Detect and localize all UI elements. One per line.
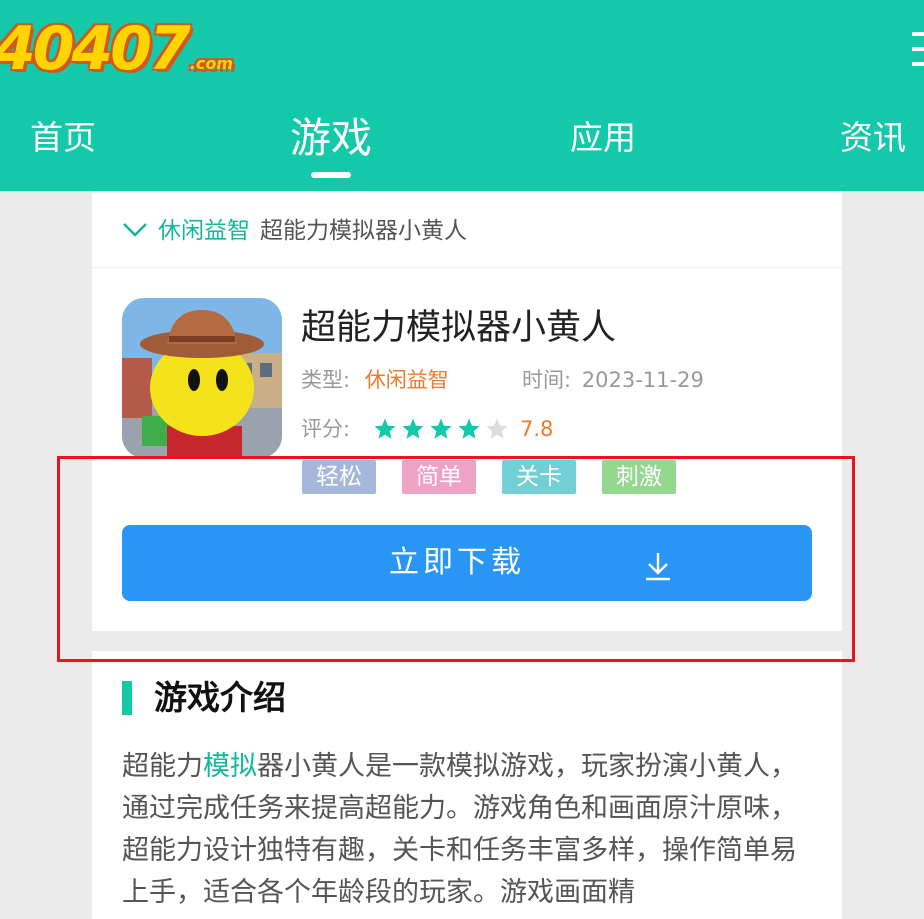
app-icon-image (122, 298, 282, 458)
breadcrumb: 休闲益智 超能力模拟器小黄人 (122, 213, 467, 249)
nav-item-games[interactable]: 游戏 (290, 108, 372, 168)
divider (92, 267, 842, 268)
tag-simple[interactable]: 简单 (402, 460, 476, 494)
rating-stars (373, 417, 513, 441)
star-filled-icon (374, 418, 396, 439)
app-type: 类型: 休闲益智 (301, 363, 449, 397)
main-nav: 首页 游戏 应用 资讯 (0, 108, 924, 168)
intro-text: 超能力模拟器小黄人是一款模拟游戏，玩家扮演小黄人，通过完成任务来提高超能力。游戏… (122, 746, 812, 914)
download-arrow-icon (643, 551, 673, 585)
rating-label: 评分: (301, 417, 351, 441)
time-value: 2023-11-29 (581, 368, 704, 392)
chevron-down-icon[interactable] (122, 214, 148, 250)
section-accent-bar (122, 681, 132, 715)
logo-domain: .com (189, 54, 233, 73)
rating-score: 7.8 (520, 417, 554, 441)
intro-keyword-link[interactable]: 模拟 (203, 751, 257, 782)
nav-item-home[interactable]: 首页 (30, 108, 96, 168)
app-title: 超能力模拟器小黄人 (301, 308, 617, 348)
logo-text: 40407 (0, 14, 191, 84)
time-label: 时间: (522, 368, 572, 392)
tag-easy[interactable]: 轻松 (302, 460, 376, 494)
nav-item-news[interactable]: 资讯 (840, 108, 906, 168)
type-label: 类型: (301, 368, 351, 392)
nav-active-indicator (311, 172, 351, 178)
tag-levels[interactable]: 关卡 (502, 460, 576, 494)
breadcrumb-category[interactable]: 休闲益智 (158, 218, 250, 244)
app-time: 时间: 2023-11-29 (522, 363, 704, 397)
star-empty-icon (486, 418, 508, 439)
star-filled-icon (430, 418, 452, 439)
download-button[interactable]: 立即下载 (122, 525, 812, 601)
nav-item-apps[interactable]: 应用 (570, 108, 636, 168)
hamburger-menu-icon[interactable] (912, 32, 924, 72)
star-filled-icon (402, 418, 424, 439)
breadcrumb-current: 超能力模拟器小黄人 (260, 218, 467, 244)
star-filled-icon (458, 418, 480, 439)
intro-title: 游戏介绍 (154, 678, 286, 717)
game-intro-section: 游戏介绍 超能力模拟器小黄人是一款模拟游戏，玩家扮演小黄人，通过完成任务来提高超… (92, 651, 842, 919)
site-logo[interactable]: 40407 .com (0, 14, 233, 99)
intro-text-start: 超能力 (122, 751, 203, 782)
tag-exciting[interactable]: 刺激 (602, 460, 676, 494)
download-button-label: 立即下载 (389, 545, 525, 580)
type-value[interactable]: 休闲益智 (365, 368, 449, 392)
top-header: 40407 .com 首页 游戏 应用 资讯 (0, 0, 924, 191)
app-card: 休闲益智 超能力模拟器小黄人 超能力模拟器小黄人 类型: 休闲益智 时间: 202… (92, 191, 842, 631)
